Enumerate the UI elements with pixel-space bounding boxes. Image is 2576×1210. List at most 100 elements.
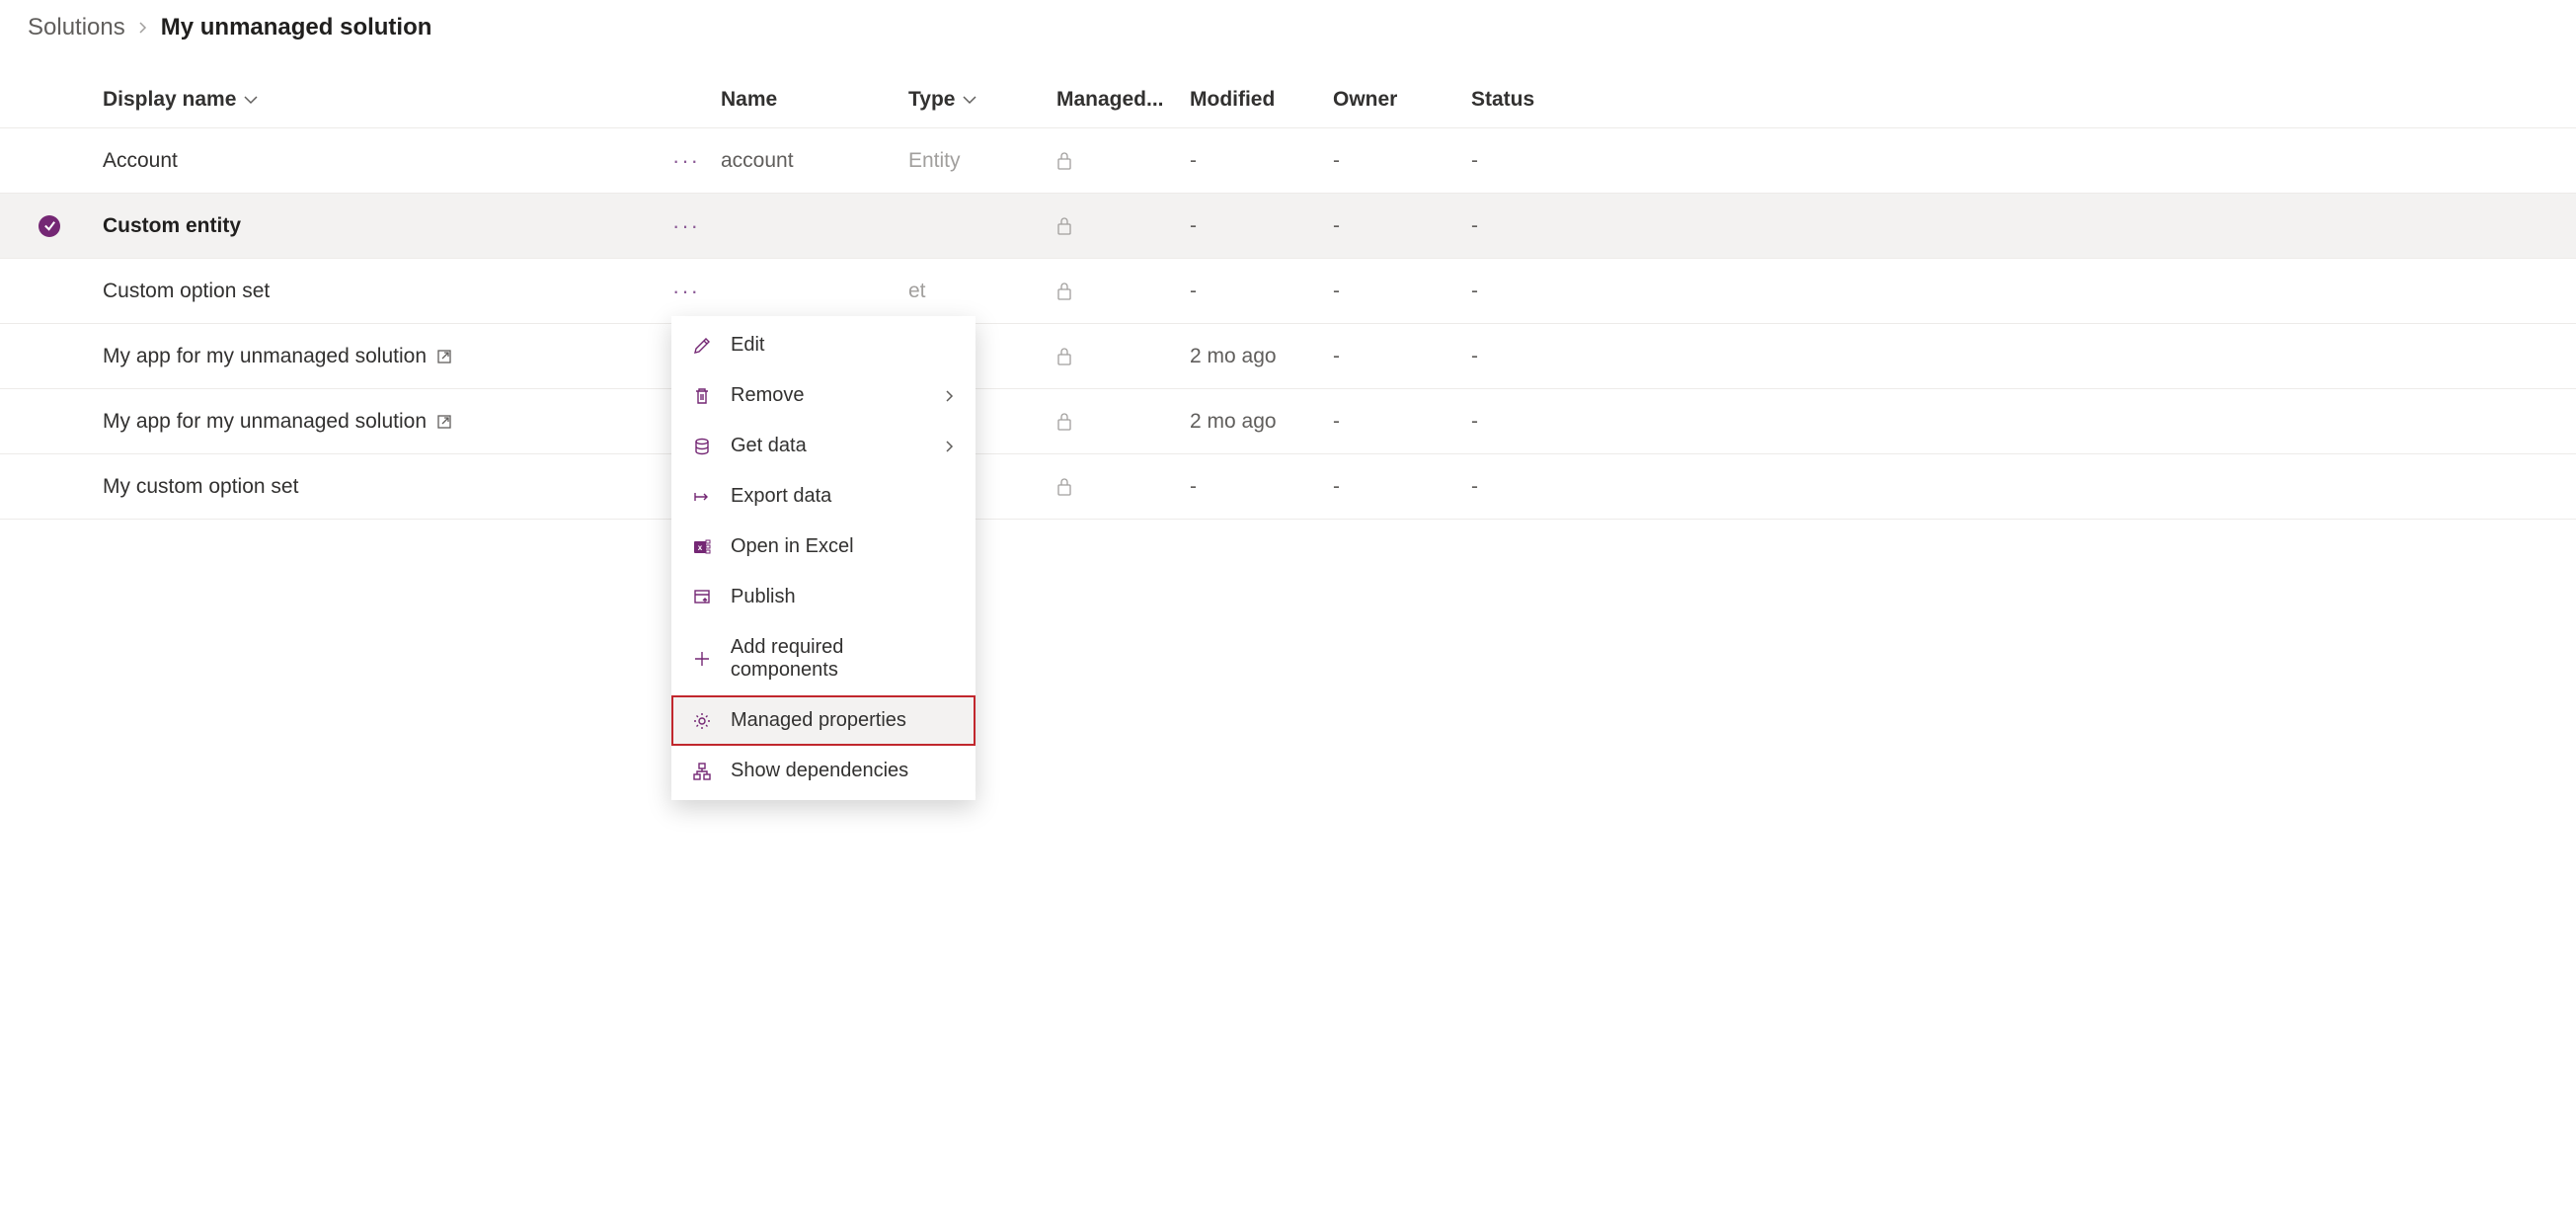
- cell-owner: -: [1333, 345, 1471, 368]
- lock-icon: [1056, 347, 1190, 366]
- cell-managed: [1056, 151, 1190, 171]
- lock-icon: [1056, 282, 1190, 301]
- menu-item-open-in-excel[interactable]: Open in Excel: [671, 522, 976, 572]
- cell-modified: -: [1190, 149, 1333, 173]
- cell-display-name[interactable]: Custom entity: [89, 214, 671, 238]
- header-type-label: Type: [908, 88, 955, 112]
- cell-modified: 2 mo ago: [1190, 345, 1333, 368]
- cell-modified: 2 mo ago: [1190, 410, 1333, 434]
- header-type[interactable]: Type: [908, 88, 976, 112]
- cell-managed: [1056, 477, 1190, 497]
- dependencies-icon: [691, 762, 713, 781]
- menu-item-managed-properties[interactable]: Managed properties: [671, 695, 976, 746]
- display-name-label: My app for my unmanaged solution: [103, 345, 427, 368]
- cell-owner: -: [1333, 410, 1471, 434]
- cell-type: Entity: [908, 149, 1056, 173]
- display-name-label: My app for my unmanaged solution: [103, 410, 427, 434]
- cell-status: -: [1471, 280, 1570, 303]
- header-display-name-label: Display name: [103, 88, 236, 112]
- cell-modified: -: [1190, 280, 1333, 303]
- cell-owner: -: [1333, 149, 1471, 173]
- menu-item-add-required-components[interactable]: Add required components: [671, 622, 976, 695]
- header-managed[interactable]: Managed...: [1056, 88, 1190, 112]
- menu-item-edit[interactable]: Edit: [671, 320, 976, 370]
- menu-item-export-data[interactable]: Export data: [671, 471, 976, 522]
- cell-modified: -: [1190, 214, 1333, 238]
- cell-status: -: [1471, 345, 1570, 368]
- table-row[interactable]: My app for my unmanaged solution···ensio…: [0, 389, 2576, 454]
- header-modified[interactable]: Modified: [1190, 88, 1333, 112]
- cell-status: -: [1471, 475, 1570, 499]
- trash-icon: [691, 386, 713, 406]
- plus-icon: [691, 649, 713, 669]
- header-display-name[interactable]: Display name: [103, 88, 258, 112]
- selected-check-icon: [39, 215, 60, 237]
- cell-managed: [1056, 347, 1190, 366]
- cell-modified: -: [1190, 475, 1333, 499]
- breadcrumb: Solutions My unmanaged solution: [0, 0, 2576, 71]
- table-row[interactable]: Account···accountEntity---: [0, 128, 2576, 194]
- solution-components-table: Display name Name Type Managed... Modifi…: [0, 71, 2576, 520]
- excel-icon: [691, 537, 713, 557]
- chevron-right-icon: [944, 441, 956, 452]
- table-row[interactable]: Custom entity···---: [0, 194, 2576, 259]
- chevron-down-icon: [244, 95, 258, 105]
- more-actions-button[interactable]: ···: [672, 148, 700, 174]
- cell-owner: -: [1333, 280, 1471, 303]
- menu-item-label: Add required components: [731, 636, 956, 682]
- breadcrumb-parent[interactable]: Solutions: [28, 14, 125, 41]
- table-row[interactable]: Custom option set···et---: [0, 259, 2576, 324]
- cell-managed: [1056, 412, 1190, 432]
- lock-icon: [1056, 477, 1190, 497]
- chevron-down-icon: [963, 95, 976, 105]
- cell-display-name[interactable]: Account: [89, 149, 671, 173]
- header-status[interactable]: Status: [1471, 88, 1570, 112]
- display-name-label: Account: [103, 149, 178, 173]
- chevron-right-icon: [944, 390, 956, 402]
- lock-icon: [1056, 412, 1190, 432]
- cell-display-name[interactable]: My app for my unmanaged solution: [89, 345, 671, 368]
- cell-display-name[interactable]: Custom option set: [89, 280, 671, 303]
- cell-name: account: [701, 149, 908, 173]
- cell-owner: -: [1333, 475, 1471, 499]
- display-name-label: My custom option set: [103, 475, 298, 499]
- table-row[interactable]: My custom option set···et---: [0, 454, 2576, 520]
- cell-status: -: [1471, 149, 1570, 173]
- menu-item-label: Export data: [731, 485, 831, 508]
- breadcrumb-current: My unmanaged solution: [161, 14, 432, 41]
- external-link-icon: [436, 349, 452, 364]
- menu-item-remove[interactable]: Remove: [671, 370, 976, 421]
- menu-item-label: Open in Excel: [731, 535, 854, 558]
- more-actions-button[interactable]: ···: [672, 279, 700, 304]
- export-icon: [691, 487, 713, 507]
- external-link-icon: [436, 414, 452, 430]
- menu-item-show-dependencies[interactable]: Show dependencies: [671, 746, 976, 796]
- menu-item-label: Edit: [731, 334, 764, 357]
- lock-icon: [1056, 216, 1190, 236]
- cell-status: -: [1471, 214, 1570, 238]
- cell-status: -: [1471, 410, 1570, 434]
- more-actions-button[interactable]: ···: [672, 213, 700, 239]
- database-icon: [691, 437, 713, 456]
- lock-icon: [1056, 151, 1190, 171]
- cell-display-name[interactable]: My custom option set: [89, 475, 671, 499]
- context-menu: Edit Remove Get data Export data Open in Exc…: [671, 316, 976, 800]
- display-name-label: Custom entity: [103, 214, 241, 238]
- header-owner[interactable]: Owner: [1333, 88, 1471, 112]
- menu-item-get-data[interactable]: Get data: [671, 421, 976, 471]
- chevron-right-icon: [137, 22, 149, 34]
- menu-item-label: Remove: [731, 384, 804, 407]
- cell-display-name[interactable]: My app for my unmanaged solution: [89, 410, 671, 434]
- menu-item-label: Publish: [731, 586, 796, 608]
- publish-icon: [691, 588, 713, 607]
- pencil-icon: [691, 336, 713, 356]
- cell-owner: -: [1333, 214, 1471, 238]
- menu-item-label: Show dependencies: [731, 760, 908, 782]
- menu-item-label: Managed properties: [731, 709, 906, 732]
- menu-item-publish[interactable]: Publish: [671, 572, 976, 622]
- table-row[interactable]: My app for my unmanaged solution···iven …: [0, 324, 2576, 389]
- cell-managed: [1056, 216, 1190, 236]
- header-name[interactable]: Name: [701, 88, 908, 112]
- display-name-label: Custom option set: [103, 280, 270, 303]
- cell-type: et: [908, 280, 1056, 303]
